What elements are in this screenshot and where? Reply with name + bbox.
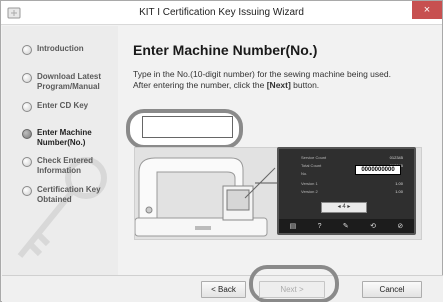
step-enter-machine-number: Enter Machine Number(No.) <box>22 128 117 148</box>
step-key-obtained: Certification Key Obtained <box>22 185 117 205</box>
title-bar: KIT I Certification Key Issuing Wizard × <box>1 1 442 25</box>
lcd-row: Service Count 012345 <box>301 155 403 160</box>
step-radio-icon <box>22 45 32 55</box>
instruction-line-2-prefix: After entering the number, click the <box>133 80 267 90</box>
page-title: Enter Machine Number(No.) <box>133 42 318 58</box>
window-title: KIT I Certification Key Issuing Wizard <box>139 7 304 18</box>
step-label: Enter CD Key <box>37 101 89 110</box>
cancel-button[interactable]: Cancel <box>362 281 422 298</box>
lcd-edit-icon: ✎ <box>342 223 349 230</box>
step-enter-cd-key: Enter CD Key <box>22 101 117 112</box>
next-button[interactable]: Next > <box>259 281 325 298</box>
instruction-line-1: Type in the No.(10-digit number) for the… <box>133 69 391 79</box>
step-label: Certification Key Obtained <box>37 185 101 204</box>
instruction-line-2-suffix: button. <box>290 80 320 90</box>
step-download: Download Latest Program/Manual <box>22 72 117 92</box>
step-radio-icon <box>22 102 32 112</box>
step-radio-icon <box>22 186 32 196</box>
step-radio-icon <box>22 157 32 167</box>
step-introduction: Introduction <box>22 44 117 55</box>
lcd-bottom-bar: ▤ ? ✎ ⟲ ⊘ <box>279 219 414 233</box>
lcd-help-icon: ? <box>317 222 322 230</box>
step-label: Download Latest Program/Manual <box>37 72 102 91</box>
lcd-stop-icon: ⊘ <box>397 223 404 230</box>
step-label: Enter Machine Number(No.) <box>37 128 92 147</box>
wizard-window: KIT I Certification Key Issuing Wizard ×… <box>0 0 443 302</box>
lcd-refresh-icon: ⟲ <box>370 223 377 230</box>
lcd-list-icon: ▤ <box>289 223 297 230</box>
lcd-page-nav: ◂ 4 ▸ <box>321 202 367 213</box>
step-label: Introduction <box>37 44 84 53</box>
instruction-next-keyword: [Next] <box>266 80 291 90</box>
step-label: Check Entered Information <box>37 156 94 175</box>
step-radio-icon <box>22 129 32 139</box>
close-button[interactable]: × <box>412 1 442 19</box>
instructions: Type in the No.(10-digit number) for the… <box>133 69 438 91</box>
back-button[interactable]: < Back <box>201 281 246 298</box>
wizard-steps-sidebar: Introduction Download Latest Program/Man… <box>2 26 118 275</box>
step-check-info: Check Entered Information <box>22 156 117 176</box>
step-radio-icon <box>22 73 32 83</box>
lcd-row: Version 1 1.00 <box>301 181 403 186</box>
lcd-row: Version 2 1.00 <box>301 189 403 194</box>
lcd-machine-number: 0000000000 <box>355 165 401 175</box>
machine-number-input[interactable] <box>142 116 233 138</box>
